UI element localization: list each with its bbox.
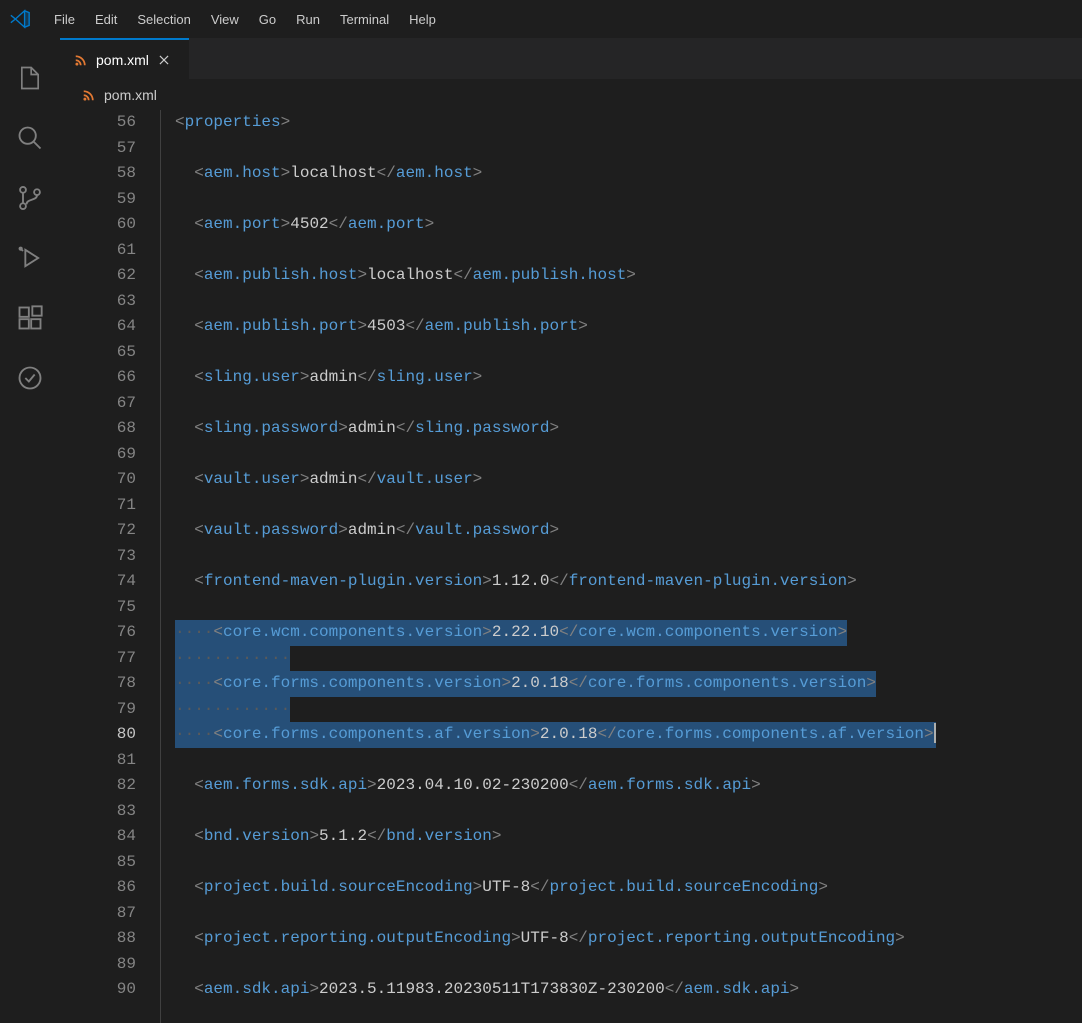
code-line[interactable]: <aem.publish.host>localhost</aem.publish… xyxy=(175,263,1082,289)
close-icon[interactable] xyxy=(157,53,175,67)
breadcrumb-label: pom.xml xyxy=(104,87,157,103)
code-line[interactable] xyxy=(175,391,1082,417)
tab-bar: pom.xml xyxy=(60,38,1082,80)
debug-icon[interactable] xyxy=(0,228,60,288)
code-line[interactable]: <aem.host>localhost</aem.host> xyxy=(175,161,1082,187)
code-line[interactable] xyxy=(175,544,1082,570)
menu-help[interactable]: Help xyxy=(399,0,446,38)
code-line[interactable]: ····<core.forms.components.version>2.0.1… xyxy=(175,671,1082,697)
line-numbers: 5657585960616263646566676869707172737475… xyxy=(60,110,160,1023)
menu-file[interactable]: File xyxy=(44,0,85,38)
code-line[interactable]: ············ xyxy=(175,646,1082,672)
menu-go[interactable]: Go xyxy=(249,0,286,38)
branch-icon[interactable] xyxy=(0,168,60,228)
code-line[interactable]: <frontend-maven-plugin.version>1.12.0</f… xyxy=(175,569,1082,595)
code-line[interactable]: <aem.sdk.api>2023.5.11983.20230511T17383… xyxy=(175,977,1082,1003)
vscode-logo-icon xyxy=(8,7,32,31)
code-line[interactable] xyxy=(175,952,1082,978)
menu-run[interactable]: Run xyxy=(286,0,330,38)
breadcrumb[interactable]: pom.xml xyxy=(60,80,1082,110)
code-line[interactable] xyxy=(175,493,1082,519)
code-line[interactable]: <properties> xyxy=(175,110,1082,136)
code-line[interactable]: <sling.password>admin</sling.password> xyxy=(175,416,1082,442)
code-line[interactable]: <sling.user>admin</sling.user> xyxy=(175,365,1082,391)
code-line[interactable]: ····<core.forms.components.af.version>2.… xyxy=(175,722,1082,748)
code-line[interactable]: <vault.user>admin</vault.user> xyxy=(175,467,1082,493)
code-line[interactable]: <vault.password>admin</vault.password> xyxy=(175,518,1082,544)
menu-view[interactable]: View xyxy=(201,0,249,38)
code-line[interactable]: <aem.forms.sdk.api>2023.04.10.02-230200<… xyxy=(175,773,1082,799)
code-line[interactable] xyxy=(175,289,1082,315)
code-line[interactable]: <aem.publish.port>4503</aem.publish.port… xyxy=(175,314,1082,340)
code-line[interactable] xyxy=(175,748,1082,774)
code-editor[interactable]: 5657585960616263646566676869707172737475… xyxy=(60,110,1082,1023)
menu-edit[interactable]: Edit xyxy=(85,0,127,38)
menu-terminal[interactable]: Terminal xyxy=(330,0,399,38)
code-line[interactable]: ············ xyxy=(175,697,1082,723)
code-line[interactable]: <bnd.version>5.1.2</bnd.version> xyxy=(175,824,1082,850)
todo-icon[interactable] xyxy=(0,348,60,408)
code-line[interactable] xyxy=(175,901,1082,927)
search-icon[interactable] xyxy=(0,108,60,168)
code-line[interactable] xyxy=(175,595,1082,621)
files-icon[interactable] xyxy=(0,48,60,108)
rss-icon xyxy=(82,88,96,102)
menu-selection[interactable]: Selection xyxy=(127,0,200,38)
code-line[interactable]: <aem.port>4502</aem.port> xyxy=(175,212,1082,238)
rss-icon xyxy=(74,53,88,67)
extensions-icon[interactable] xyxy=(0,288,60,348)
menubar: FileEditSelectionViewGoRunTerminalHelp xyxy=(0,0,1082,38)
tab-pom-xml[interactable]: pom.xml xyxy=(60,38,189,79)
tab-label: pom.xml xyxy=(96,52,149,68)
code-line[interactable]: <project.build.sourceEncoding>UTF-8</pro… xyxy=(175,875,1082,901)
code-line[interactable] xyxy=(175,187,1082,213)
code-content[interactable]: <properties> <aem.host>localhost</aem.ho… xyxy=(161,110,1082,1023)
code-line[interactable]: ····<core.wcm.components.version>2.22.10… xyxy=(175,620,1082,646)
code-line[interactable] xyxy=(175,442,1082,468)
activity-bar xyxy=(0,38,60,1023)
code-line[interactable]: <project.reporting.outputEncoding>UTF-8<… xyxy=(175,926,1082,952)
code-line[interactable] xyxy=(175,238,1082,264)
code-line[interactable] xyxy=(175,340,1082,366)
editor-area: pom.xml pom.xml 565758596061626364656667… xyxy=(60,38,1082,1023)
code-line[interactable] xyxy=(175,136,1082,162)
code-line[interactable] xyxy=(175,799,1082,825)
code-line[interactable] xyxy=(175,850,1082,876)
